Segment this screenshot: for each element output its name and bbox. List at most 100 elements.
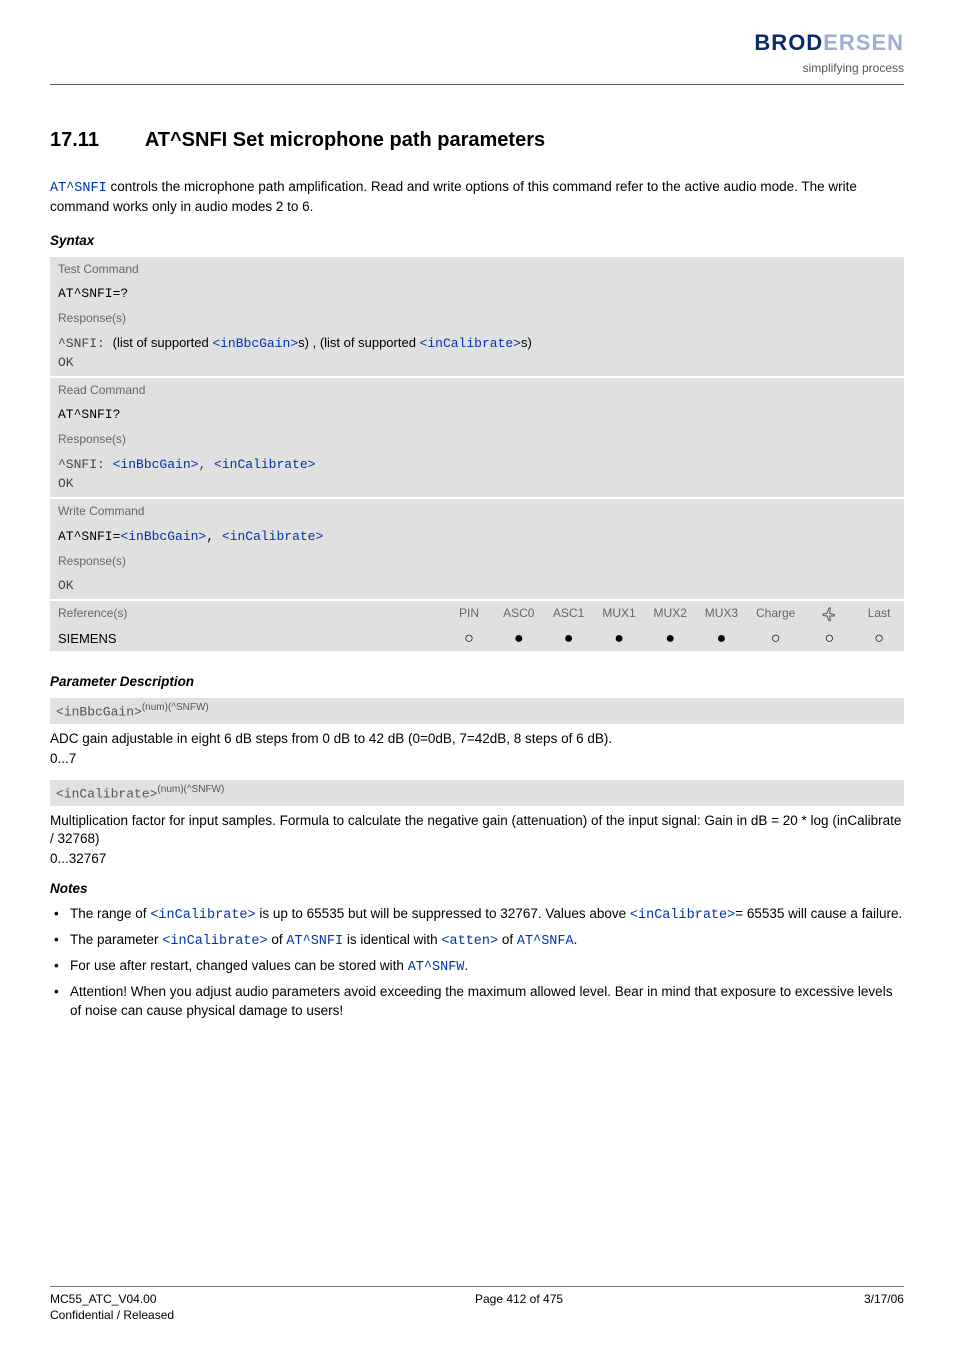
references-label: Reference(s): [50, 601, 444, 626]
note-1: The range of <inCalibrate> is up to 6553…: [50, 905, 904, 925]
param-1-desc: ADC gain adjustable in eight 6 dB steps …: [50, 730, 904, 748]
note-2-c1: AT^SNFI: [286, 934, 343, 949]
col-pin: PIN: [444, 601, 494, 626]
brand-right: ERSEN: [823, 30, 904, 55]
brand-left: BROD: [754, 30, 823, 55]
write-command: AT^SNFI=<inBbcGain>, <inCalibrate>: [50, 523, 904, 550]
note-3-pre: For use after restart, changed values ca…: [70, 958, 408, 973]
note-3-post: .: [464, 958, 468, 973]
mark-asc0: ●: [494, 626, 544, 652]
read-command: AT^SNFI?: [50, 402, 904, 428]
note-2-post: .: [574, 932, 578, 947]
footer-date: 3/17/06: [864, 1291, 904, 1323]
mark-mux3: ●: [696, 626, 747, 652]
write-command-label: Write Command: [50, 498, 904, 523]
col-mux3: MUX3: [696, 601, 747, 626]
col-mux2: MUX2: [645, 601, 696, 626]
note-4: Attention! When you adjust audio paramet…: [50, 983, 904, 1019]
test-command: AT^SNFI=?: [50, 281, 904, 307]
responses-label-3: Response(s): [50, 549, 904, 573]
mark-asc1: ●: [544, 626, 594, 652]
syntax-heading: Syntax: [50, 232, 904, 250]
param-desc-heading: Parameter Description: [50, 673, 904, 691]
param-1-name: <inBbcGain>: [56, 704, 142, 719]
test-resp-mid1: (list of supported: [113, 335, 213, 350]
write-p1: <inBbcGain>: [120, 529, 206, 544]
col-charge: Charge: [747, 601, 804, 626]
param-1-header: <inBbcGain>(num)(^SNFW): [50, 698, 904, 724]
note-2-mid3: of: [498, 932, 517, 947]
test-resp-suffix: s): [521, 335, 532, 350]
note-2-mid: of: [268, 932, 287, 947]
page-footer: MC55_ATC_V04.00 Confidential / Released …: [50, 1286, 904, 1323]
note-3-c1: AT^SNFW: [408, 960, 465, 975]
mark-charge: ○: [747, 626, 804, 652]
mark-last: ○: [854, 626, 904, 652]
note-2-pre: The parameter: [70, 932, 162, 947]
write-p2: <inCalibrate>: [222, 529, 323, 544]
syntax-table: Test Command AT^SNFI=? Response(s) ^SNFI…: [50, 257, 904, 600]
col-mux1: MUX1: [593, 601, 644, 626]
section-title-text: AT^SNFI Set microphone path parameters: [145, 129, 545, 151]
section-heading: 17.11 AT^SNFI Set microphone path parame…: [50, 127, 904, 154]
note-2-p2: <atten>: [441, 934, 498, 949]
footer-doc-id: MC55_ATC_V04.00: [50, 1291, 174, 1307]
note-4-text: Attention! When you adjust audio paramet…: [70, 984, 892, 1017]
param-2-header: <inCalibrate>(num)(^SNFW): [50, 780, 904, 806]
note-1-p1: <inCalibrate>: [150, 908, 255, 923]
param-1-suffix: (num)(^SNFW): [142, 702, 209, 713]
brand-logo: BRODERSEN: [754, 28, 904, 58]
test-command-label: Test Command: [50, 257, 904, 281]
param-2-desc: Multiplication factor for input samples.…: [50, 812, 904, 848]
read-response: ^SNFI: <inBbcGain>, <inCalibrate> OK: [50, 451, 904, 497]
test-resp-param1: <inBbcGain>: [212, 336, 298, 351]
write-sep: ,: [206, 529, 222, 544]
footer-left: MC55_ATC_V04.00 Confidential / Released: [50, 1291, 174, 1323]
write-cmd-prefix: AT^SNFI=: [58, 529, 120, 544]
test-response: ^SNFI: (list of supported <inBbcGain>s) …: [50, 330, 904, 376]
note-2-mid2: is identical with: [343, 932, 441, 947]
test-resp-ok: OK: [58, 355, 74, 370]
footer-page: Page 412 of 475: [475, 1291, 563, 1323]
read-resp-sep: ,: [198, 457, 214, 472]
test-resp-mid2: s) , (list of supported: [298, 335, 419, 350]
read-resp-p2: <inCalibrate>: [214, 457, 315, 472]
note-3: For use after restart, changed values ca…: [50, 957, 904, 977]
mark-pin: ○: [444, 626, 494, 652]
responses-label-2: Response(s): [50, 427, 904, 451]
responses-label: Response(s): [50, 306, 904, 330]
test-resp-param2: <inCalibrate>: [420, 336, 521, 351]
col-airplane-icon: [804, 601, 854, 626]
brand-tagline: simplifying process: [754, 60, 904, 76]
note-1-mid: is up to 65535 but will be suppressed to…: [256, 906, 630, 921]
vendor-name: SIEMENS: [50, 626, 444, 652]
logo-block: BRODERSEN simplifying process: [754, 28, 904, 76]
param-2-range: 0...32767: [50, 850, 904, 868]
notes-heading: Notes: [50, 880, 904, 898]
mark-airplane: ○: [804, 626, 854, 652]
read-resp-prefix: ^SNFI:: [58, 457, 113, 472]
param-2-suffix: (num)(^SNFW): [157, 784, 224, 795]
footer-confidential: Confidential / Released: [50, 1307, 174, 1323]
note-1-pre: The range of: [70, 906, 150, 921]
read-resp-ok: OK: [58, 476, 74, 491]
col-asc1: ASC1: [544, 601, 594, 626]
read-command-label: Read Command: [50, 377, 904, 402]
col-last: Last: [854, 601, 904, 626]
intro-cmd: AT^SNFI: [50, 181, 107, 196]
write-resp-ok: OK: [50, 573, 904, 599]
page-header: BRODERSEN simplifying process: [50, 0, 904, 82]
header-rule: [50, 84, 904, 85]
intro-text: controls the microphone path amplificati…: [50, 179, 857, 214]
note-1-post: = 65535 will cause a failure.: [735, 906, 902, 921]
reference-table: Reference(s) PIN ASC0 ASC1 MUX1 MUX2 MUX…: [50, 601, 904, 651]
notes-list: The range of <inCalibrate> is up to 6553…: [50, 905, 904, 1020]
mark-mux2: ●: [645, 626, 696, 652]
param-1-range: 0...7: [50, 750, 904, 768]
note-1-p2: <inCalibrate>: [630, 908, 735, 923]
read-resp-p1: <inBbcGain>: [113, 457, 199, 472]
airplane-icon: [821, 606, 837, 622]
section-number: 17.11: [50, 127, 140, 154]
intro-paragraph: AT^SNFI controls the microphone path amp…: [50, 178, 904, 216]
col-asc0: ASC0: [494, 601, 544, 626]
